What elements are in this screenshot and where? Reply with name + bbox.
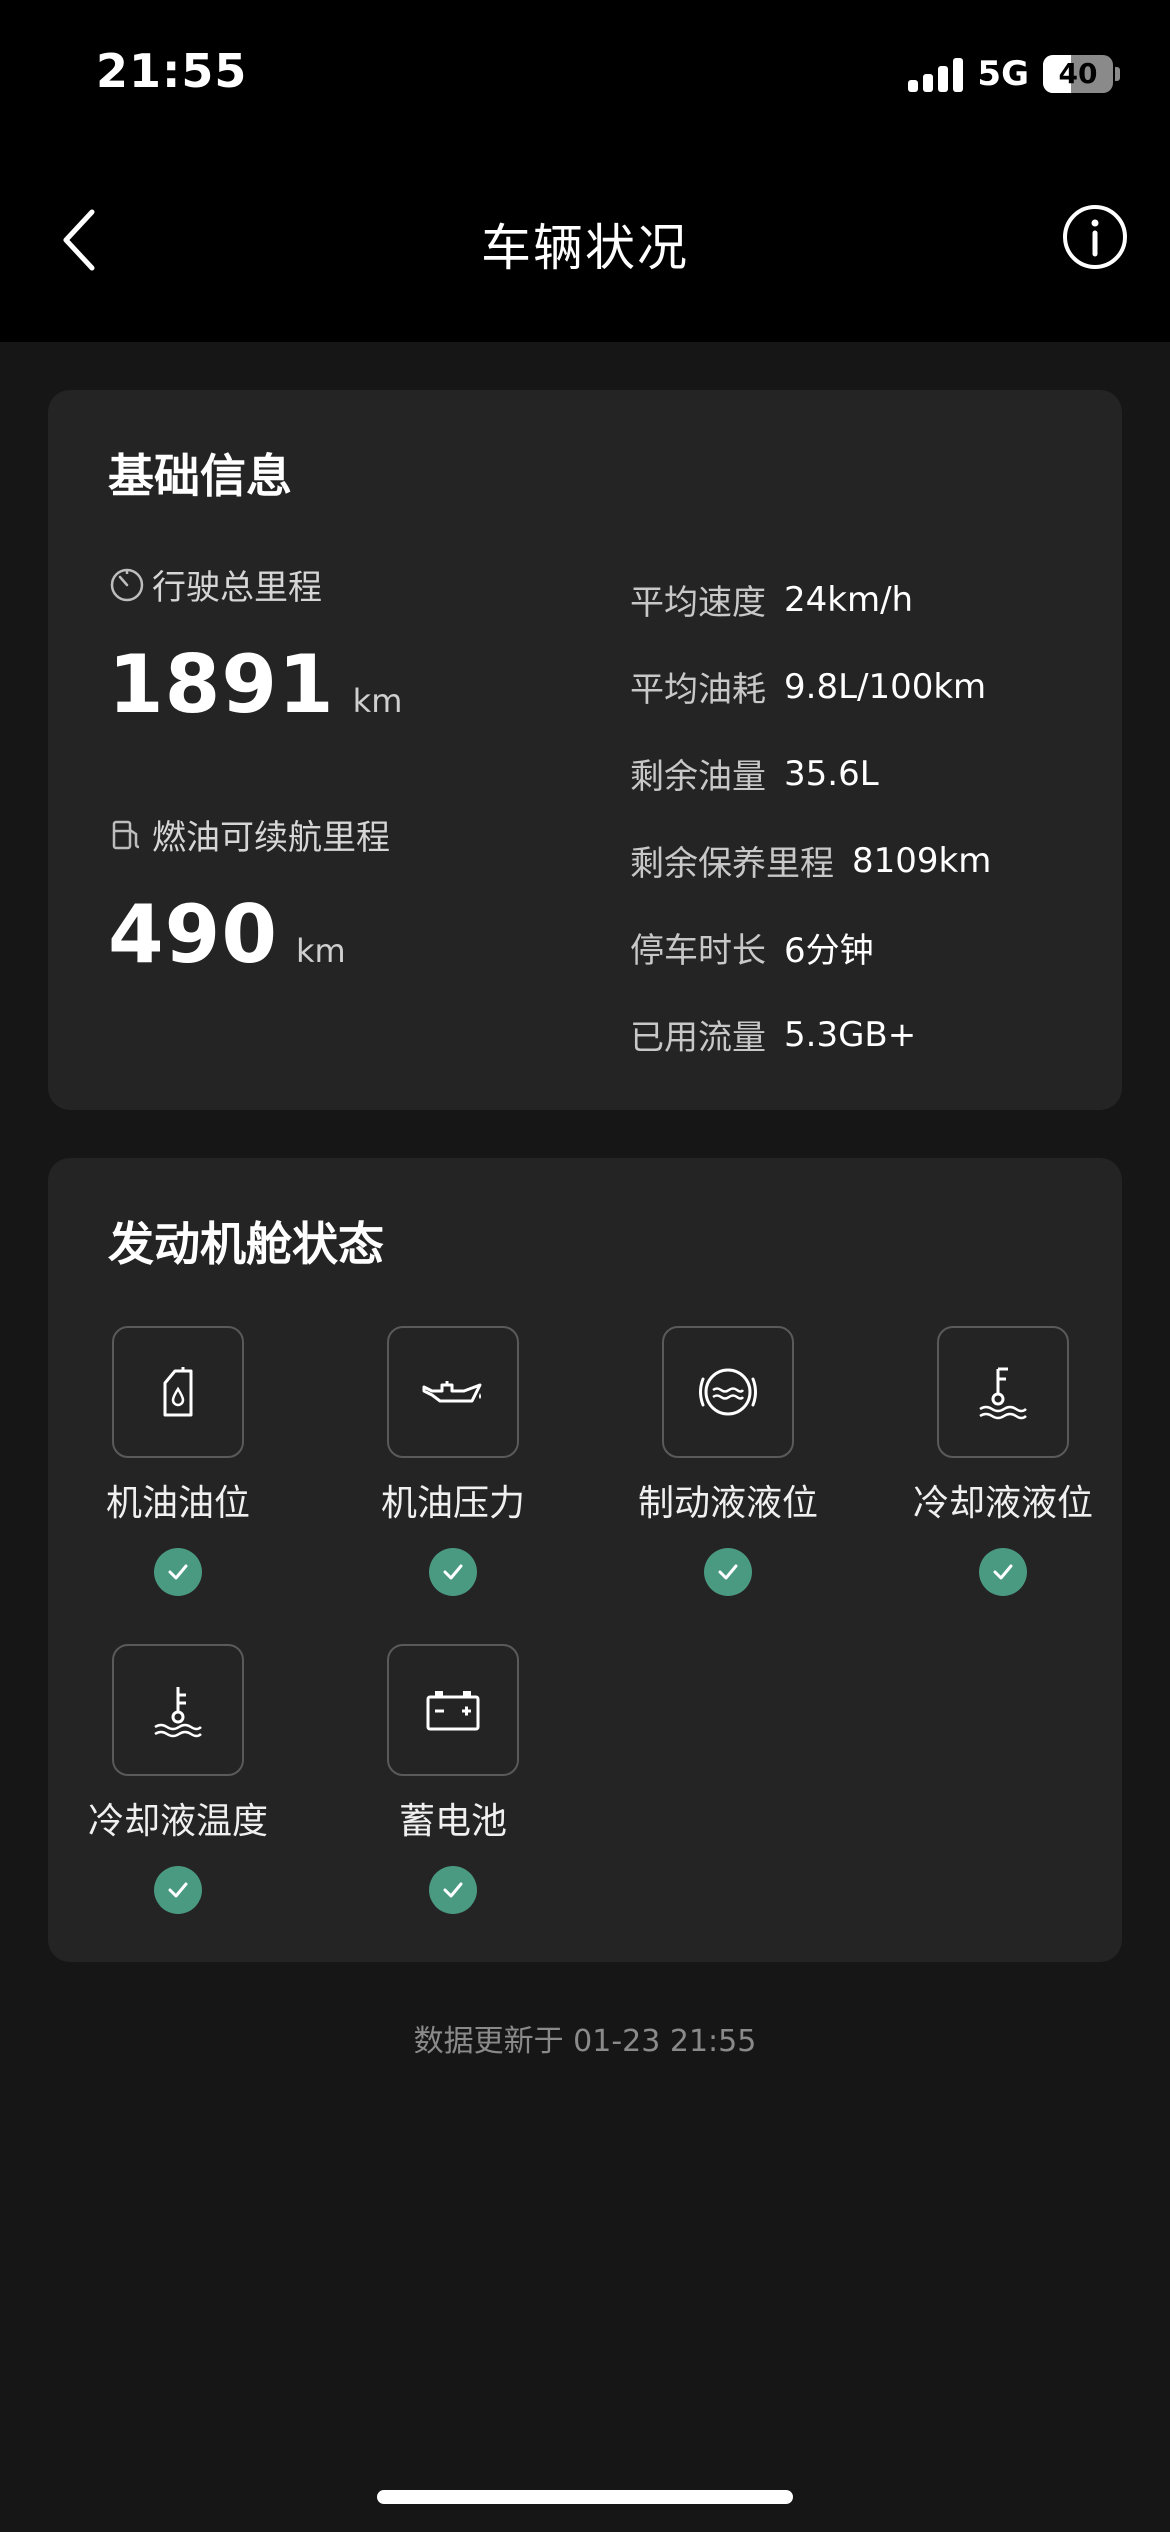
total-mileage-label-text: 行驶总里程 bbox=[152, 568, 322, 608]
stat-label: 停车时长 bbox=[630, 931, 766, 971]
brake-fluid-icon bbox=[699, 1368, 757, 1416]
engine-item-label: 机油压力 bbox=[380, 1483, 525, 1524]
battery-indicator-icon: 40 bbox=[1043, 55, 1120, 93]
home-indicator[interactable] bbox=[377, 2490, 793, 2504]
stat-label: 平均油耗 bbox=[630, 670, 766, 710]
engine-item-label: 冷却液温度 bbox=[87, 1801, 268, 1842]
stat-value: 24km/h bbox=[784, 579, 914, 620]
stat-value: 9.8L/100km bbox=[784, 666, 987, 707]
stat-value: 8109km bbox=[852, 840, 992, 881]
check-icon bbox=[429, 1548, 477, 1596]
check-icon bbox=[704, 1548, 752, 1596]
coolant-level-icon bbox=[979, 1367, 1027, 1420]
battery-icon bbox=[426, 1691, 480, 1731]
stat-value: 6分钟 bbox=[784, 931, 874, 971]
stat-list: 平均速度 24km/h 平均油耗 9.8L/100km 剩余油量 35.6L 剩… bbox=[630, 556, 991, 1078]
engine-item-coolant-level[interactable]: 冷却液液位 bbox=[893, 1326, 1113, 1596]
stat-label: 已用流量 bbox=[630, 1018, 766, 1058]
engine-item-label: 蓄电池 bbox=[398, 1801, 507, 1842]
stat-row-data-usage: 已用流量 5.3GB+ bbox=[630, 991, 991, 1078]
stat-value: 5.3GB+ bbox=[784, 1014, 917, 1055]
stat-label: 剩余保养里程 bbox=[630, 844, 834, 884]
basic-info-card: 基础信息 行驶总里程 1891 km 燃油可续航里程 490 km 平均速度 2… bbox=[48, 390, 1122, 1110]
stat-row-remaining-fuel: 剩余油量 35.6L bbox=[630, 730, 991, 817]
fuel-pump-icon bbox=[112, 820, 140, 849]
status-bar: 21:55 5G 40 bbox=[0, 0, 1170, 150]
gauge-icon bbox=[110, 568, 144, 601]
fuel-range-value: 490 km bbox=[108, 888, 346, 981]
stat-label: 剩余油量 bbox=[630, 757, 766, 797]
info-button[interactable] bbox=[1060, 202, 1130, 272]
check-icon bbox=[154, 1548, 202, 1596]
total-mileage-unit: km bbox=[352, 682, 403, 720]
coolant-temperature-icon bbox=[154, 1687, 202, 1738]
oil-level-icon bbox=[163, 1367, 193, 1417]
engine-bay-title: 发动机舱状态 bbox=[108, 1217, 384, 1271]
stat-row-parking-duration: 停车时长 6分钟 bbox=[630, 904, 991, 991]
engine-item-label: 机油油位 bbox=[105, 1483, 250, 1524]
stat-label: 平均速度 bbox=[630, 583, 766, 623]
engine-item-battery[interactable]: 蓄电池 bbox=[343, 1644, 563, 1914]
stat-value: 35.6L bbox=[784, 753, 879, 794]
status-time: 21:55 bbox=[96, 44, 248, 98]
stat-row-average-speed: 平均速度 24km/h bbox=[630, 556, 991, 643]
check-icon bbox=[154, 1866, 202, 1914]
info-circle-icon bbox=[1063, 205, 1127, 269]
update-timestamp: 数据更新于 01-23 21:55 bbox=[413, 2024, 757, 2059]
engine-item-label: 制动液液位 bbox=[637, 1483, 818, 1524]
check-icon bbox=[979, 1548, 1027, 1596]
nav-bar: 车辆状况 bbox=[0, 150, 1170, 342]
engine-item-coolant-temperature[interactable]: 冷却液温度 bbox=[68, 1644, 288, 1914]
stat-row-maintenance-mileage: 剩余保养里程 8109km bbox=[630, 817, 991, 904]
total-mileage-label: 行驶总里程 bbox=[108, 560, 322, 609]
fuel-range-label: 燃油可续航里程 bbox=[108, 810, 390, 859]
total-mileage-number: 1891 bbox=[108, 638, 335, 731]
total-mileage-value: 1891 km bbox=[108, 638, 402, 731]
engine-bay-card: 发动机舱状态 机油油位 机油压力 制动液液位 冷却液液位 冷却液温度 蓄电池 bbox=[48, 1158, 1122, 1962]
status-indicators: 5G 40 bbox=[908, 52, 1120, 96]
fuel-range-number: 490 bbox=[108, 888, 278, 981]
fuel-range-label-text: 燃油可续航里程 bbox=[152, 818, 390, 858]
engine-item-brake-fluid[interactable]: 制动液液位 bbox=[618, 1326, 838, 1596]
engine-item-oil-level[interactable]: 机油油位 bbox=[68, 1326, 288, 1596]
stat-row-average-fuel: 平均油耗 9.8L/100km bbox=[630, 643, 991, 730]
engine-item-oil-pressure[interactable]: 机油压力 bbox=[343, 1326, 563, 1596]
oil-pressure-icon bbox=[422, 1381, 482, 1403]
battery-percent: 40 bbox=[1058, 57, 1098, 90]
network-type: 5G bbox=[977, 54, 1029, 94]
engine-item-label: 冷却液液位 bbox=[912, 1483, 1093, 1524]
check-icon bbox=[429, 1866, 477, 1914]
fuel-range-unit: km bbox=[296, 932, 346, 970]
page-title: 车辆状况 bbox=[481, 219, 689, 277]
cellular-signal-icon bbox=[908, 56, 964, 92]
basic-info-title: 基础信息 bbox=[108, 449, 292, 503]
